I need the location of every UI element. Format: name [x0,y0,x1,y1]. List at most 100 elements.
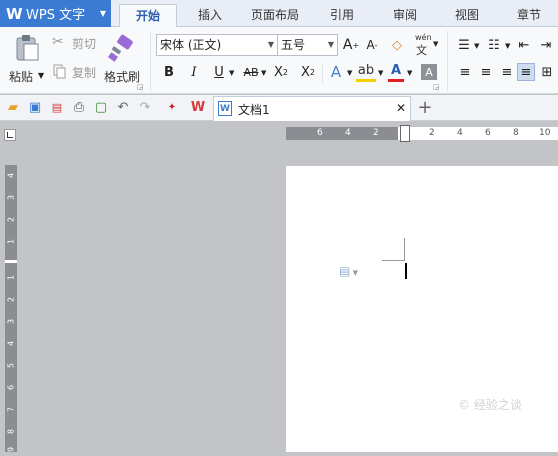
bullet-list-icon[interactable]: ☰ [455,35,473,55]
ruler-tick: 6 [6,384,16,391]
redo-icon[interactable]: ↷ [137,99,153,115]
highlight-icon[interactable]: ab [356,62,376,82]
tab-insert[interactable]: 插入 [185,4,235,27]
chevron-down-icon: ▼ [38,71,45,80]
bold-icon[interactable]: B [160,62,178,82]
cut-button[interactable]: ✂ 剪切 [52,33,102,53]
ruler-tick: 2 [6,296,16,303]
ruler-tick: 3 [6,318,16,325]
print-icon[interactable]: ⎙ [71,99,87,115]
format-painter-button[interactable]: 格式刷 [104,31,144,91]
ruler-tick: 4 [6,340,16,347]
new-tab-icon[interactable]: + [416,97,434,118]
font-size-select[interactable]: 五号 ▼ [277,34,338,56]
ruler-tick: 2 [373,128,379,138]
document-page[interactable]: © 经验之谈 [286,166,558,452]
ruler-tick: 9 [6,446,16,453]
paste-label: 粘贴 [9,70,34,84]
ruler-tick: 8 [513,128,519,138]
align-left-icon[interactable]: ≡ [456,63,474,81]
vertical-ruler[interactable]: 4 3 2 1 1 2 3 4 5 6 7 8 9 [5,165,17,452]
ribbon-toolbar: 粘贴 ▼ ✂ 剪切 复制 格式刷 ◲ 宋体 (正文) ▼ 五号 ▼ A + A- … [0,27,558,94]
print-preview-icon[interactable]: ▢ [93,99,109,115]
chevron-down-icon: ▼ [229,69,235,77]
text-effect-icon[interactable]: A [327,62,345,82]
watermark: © 经验之谈 [458,398,522,412]
tab-references[interactable]: 引用 [315,4,369,27]
chevron-down-icon: ▼ [99,9,106,18]
group-divider [150,31,151,91]
italic-icon[interactable]: I [185,62,203,82]
paste-options-button[interactable]: ▤ ▼ [339,264,365,278]
increase-indent-icon[interactable]: ⇥ [538,35,554,55]
ruler-text-area [398,127,558,140]
copy-button[interactable]: 复制 [52,62,102,82]
tab-stop-selector[interactable] [4,129,16,141]
document-icon: W [218,101,232,116]
paste-button[interactable]: 粘贴 ▼ [8,31,48,91]
tab-review[interactable]: 审阅 [378,4,432,27]
chevron-down-icon: ▼ [267,40,274,49]
save-icon[interactable]: ▣ [27,99,43,115]
margin-corner-mark [382,238,405,261]
open-folder-icon[interactable]: ▰ [5,99,21,115]
horizontal-ruler[interactable]: 6 4 2 2 4 6 8 10 [286,125,558,142]
distributed-align-icon[interactable]: ⊞ [538,63,556,81]
shrink-font-icon[interactable]: A- [363,35,381,55]
chevron-down-icon: ▼ [327,40,334,49]
ruler-tick: 7 [6,406,16,413]
chevron-down-icon: ▼ [350,269,358,277]
align-center-icon[interactable]: ≡ [477,63,495,81]
chevron-down-icon: ▼ [474,42,480,50]
export-pdf-icon[interactable]: ▤ [49,99,65,115]
font-color-icon[interactable]: A [388,62,404,82]
chevron-down-icon: ▼ [261,69,267,77]
ruler-tick: 5 [6,362,16,369]
chevron-down-icon: ▼ [407,69,413,77]
underline-icon[interactable]: U [208,62,230,82]
align-justify-icon[interactable]: ≡ [517,63,535,81]
tab-home[interactable]: 开始 [119,4,177,28]
tab-section[interactable]: 章节 [502,4,556,27]
paintbrush-icon [108,34,133,62]
ruler-tick: 4 [457,128,463,138]
menu-tab-bar: W WPS 文字 ▼ 开始 插入 页面布局 引用 审阅 视图 章节 [0,0,558,28]
app-menu-button[interactable]: W WPS 文字 ▼ [0,0,111,27]
dialog-launcher-icon[interactable]: ◲ [433,83,440,91]
document-tab-title: 文档1 [238,103,270,117]
numbered-list-icon[interactable]: ☷ [485,35,503,55]
wps-cloud-icon[interactable]: W [189,99,207,115]
indent-marker[interactable] [400,125,410,142]
tab-view[interactable]: 视图 [440,4,494,27]
document-tab[interactable]: W 文档1 ✕ [213,96,411,121]
dialog-launcher-icon[interactable]: ◲ [137,83,144,91]
align-right-icon[interactable]: ≡ [498,63,516,81]
wps-logo-icon: W [6,4,23,23]
group-divider [322,63,323,83]
close-icon[interactable]: ✕ [394,101,408,115]
group-divider [447,31,448,91]
decrease-indent-icon[interactable]: ⇤ [516,35,532,55]
undo-icon[interactable]: ↶ [115,99,131,115]
subscript-icon[interactable]: X2 [298,62,318,82]
char-shading-icon[interactable]: A [421,64,437,80]
scissors-icon: ✂ [52,34,64,50]
copy-icon [53,64,66,79]
pinyin-label: wén [415,33,432,42]
clear-format-icon[interactable]: ◇ [387,35,407,55]
ruler-tick: 1 [6,274,16,281]
tab-page-layout[interactable]: 页面布局 [243,4,307,27]
ruler-margin-line [5,260,17,263]
superscript-icon[interactable]: X2 [271,62,291,82]
app-title: WPS 文字 [26,8,86,23]
font-name-value: 宋体 (正文) [160,38,222,52]
phonetic-guide-button[interactable]: wén 文 ▼ [414,33,440,57]
font-name-select[interactable]: 宋体 (正文) ▼ [156,34,278,56]
chevron-down-icon: ▼ [378,69,384,77]
ruler-tick: 6 [485,128,491,138]
chevron-down-icon: ▼ [433,40,439,48]
customize-qat-icon[interactable]: ✦ [164,99,180,115]
chevron-down-icon: ▼ [347,69,353,77]
grow-font-icon[interactable]: A + [342,35,360,55]
strikethrough-icon[interactable]: AB [240,62,262,82]
